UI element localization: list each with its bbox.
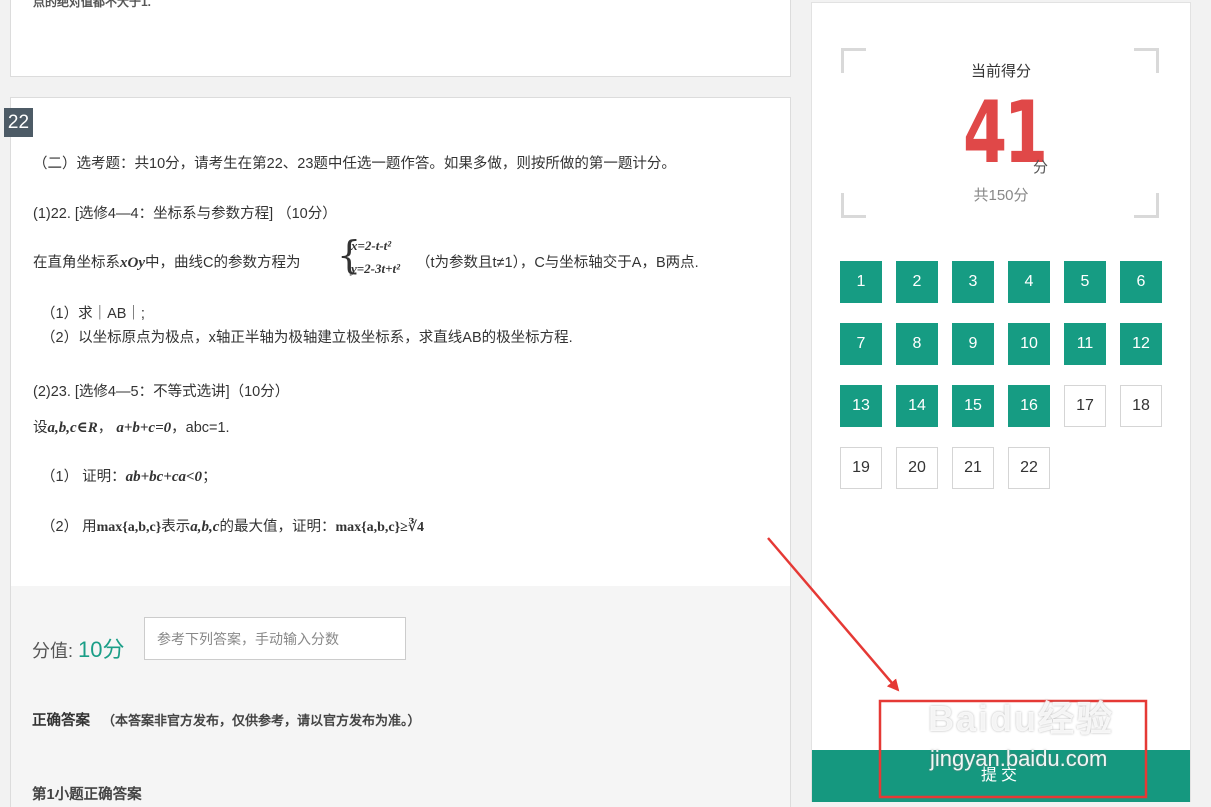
- question-nav-button-8[interactable]: 8: [896, 323, 938, 365]
- question-card: （二）选考题：共10分，请考生在第22、23题中任选一题作答。如果多做，则按所做…: [10, 97, 791, 807]
- equation-y: y=2-3t+t²: [351, 261, 401, 276]
- question-nav-button-16[interactable]: 16: [1008, 385, 1050, 427]
- question-nav-button-10[interactable]: 10: [1008, 323, 1050, 365]
- question-nav-button-18[interactable]: 18: [1120, 385, 1162, 427]
- part2-sub2-math1: max{a,b,c}: [96, 520, 162, 535]
- part2-sub2-math2: a,b,c: [190, 519, 220, 535]
- correct-answer-heading: 正确答案 （本答案非官方发布，仅供参考，请以官方发布为准。）: [32, 709, 421, 730]
- part2-sub2-text-c: 的最大值，证明：: [219, 519, 336, 535]
- question-nav-button-9[interactable]: 9: [952, 323, 994, 365]
- part1-stem-tail: （t为参数且t≠1），C与坐标轴交于A，B两点.: [416, 255, 699, 271]
- question-nav-button-21[interactable]: 21: [952, 447, 994, 489]
- question-nav-button-6[interactable]: 6: [1120, 261, 1162, 303]
- question-nav-button-12[interactable]: 12: [1120, 323, 1162, 365]
- score-label-text: 分值:: [32, 641, 79, 661]
- score-value: 10分: [78, 637, 125, 662]
- question-nav-button-19[interactable]: 19: [840, 447, 882, 489]
- equation-x: x=2-t-t²: [351, 238, 392, 253]
- question-nav-button-2[interactable]: 2: [896, 261, 938, 303]
- previous-question-text: 点的绝对值都不大于1.: [33, 0, 152, 9]
- question-intro: （二）选考题：共10分，请考生在第22、23题中任选一题作答。如果多做，则按所做…: [33, 156, 676, 172]
- part2-stem-text-a: 设: [33, 420, 48, 436]
- question-nav-button-13[interactable]: 13: [840, 385, 882, 427]
- score-unit: 分: [1033, 159, 1049, 176]
- question-body: （二）选考题：共10分，请考生在第22、23题中任选一题作答。如果多做，则按所做…: [11, 98, 790, 586]
- correct-answer-note: （本答案非官方发布，仅供参考，请以官方发布为准。）: [102, 713, 421, 728]
- question-nav-button-1[interactable]: 1: [840, 261, 882, 303]
- part1-sub2: （2）以坐标原点为极点，x轴正半轴为极轴建立极坐标系，求直线AB的极坐标方程.: [41, 330, 573, 346]
- part1-title: (1)22. [选修4—4：坐标系与参数方程] （10分）: [33, 206, 337, 222]
- correct-answer-title: 正确答案: [32, 713, 90, 729]
- part2-sub2: （2） 用max{a,b,c}表示a,b,c的最大值，证明：max{a,b,c}…: [41, 515, 424, 536]
- question-nav-button-4[interactable]: 4: [1008, 261, 1050, 303]
- total-score: 共150分: [973, 187, 1029, 204]
- part2-stem: 设a,b,c∈R， a+b+c=0，abc=1.: [33, 416, 230, 437]
- part1-sub1: （1）求｜AB｜;: [41, 306, 145, 322]
- part1-stem: 在直角坐标系xOy中，曲线C的参数方程为: [33, 251, 300, 272]
- score-sidebar: 当前得分 41 分 共150分 1 2 3 4 5 6 7 8 9 10 11 12 13 14 15 16 1…: [811, 2, 1191, 802]
- score-value-label: 分值: 10分: [32, 632, 125, 664]
- question-nav-button-15[interactable]: 15: [952, 385, 994, 427]
- previous-question-card: 点的绝对值都不大于1.: [10, 0, 791, 77]
- question-number-badge: 22: [4, 108, 33, 137]
- part1-stem-text-b: 中，曲线C的参数方程为: [145, 255, 301, 271]
- part2-stem-math2: a+b+c=0: [116, 420, 172, 436]
- part1-stem-math: xOy: [120, 255, 145, 271]
- score-input[interactable]: [144, 617, 406, 660]
- question-nav-button-11[interactable]: 11: [1064, 323, 1106, 365]
- part2-sub1-tail: ；: [202, 469, 217, 485]
- current-score-label: 当前得分: [970, 63, 1031, 80]
- part2-title: (2)23. [选修4—5：不等式选讲]（10分）: [33, 384, 290, 400]
- submit-button[interactable]: 提交: [812, 750, 1190, 802]
- part2-stem-sep: ，: [97, 420, 113, 436]
- question-nav-button-17[interactable]: 17: [1064, 385, 1106, 427]
- question-nav-button-22[interactable]: 22: [1008, 447, 1050, 489]
- part2-sub2-text-a: （2） 用: [41, 519, 97, 535]
- part1-stem-text-a: 在直角坐标系: [33, 255, 120, 271]
- sub-answer-title: 第1小题正确答案: [32, 787, 142, 803]
- part2-sub2-text-b: 表示: [161, 519, 191, 535]
- question-nav-button-20[interactable]: 20: [896, 447, 938, 489]
- part2-sub2-math3: max{a,b,c}≥∛4: [335, 520, 425, 535]
- part2-sub1-text: （1） 证明：: [41, 469, 126, 485]
- part2-stem-text-b: ，abc=1.: [171, 420, 230, 436]
- part2-stem-math1: a,b,c∈R: [47, 420, 98, 436]
- part2-sub1: （1） 证明：ab+bc+ca<0；: [41, 465, 217, 486]
- question-nav-button-14[interactable]: 14: [896, 385, 938, 427]
- part2-sub1-math: ab+bc+ca<0: [125, 469, 203, 485]
- question-nav-button-7[interactable]: 7: [840, 323, 882, 365]
- question-nav-button-3[interactable]: 3: [952, 261, 994, 303]
- question-nav-button-5[interactable]: 5: [1064, 261, 1106, 303]
